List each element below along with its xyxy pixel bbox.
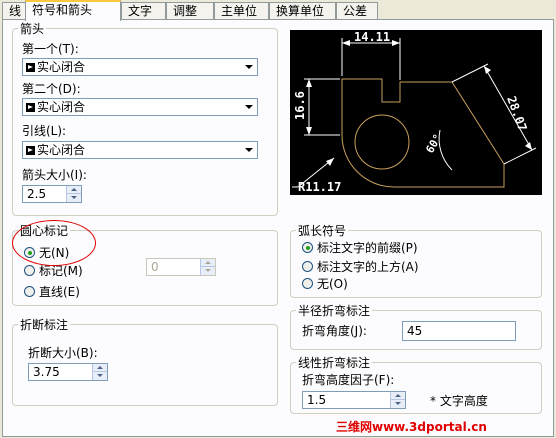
- break-size-label: 折断大小(B):: [28, 346, 98, 360]
- spin-up-button[interactable]: [92, 364, 107, 372]
- second-arrow-select[interactable]: 实心闭合: [22, 98, 258, 116]
- jog-height-factor-value: 1.5: [307, 393, 327, 407]
- radio-icon: [24, 265, 35, 276]
- tab-tolerances[interactable]: 公差: [336, 2, 378, 19]
- chevron-down-icon[interactable]: [242, 143, 256, 157]
- dimension-arrowheads: [306, 40, 532, 166]
- radio-selected-icon: [302, 242, 313, 253]
- tab-strip: 线 符号和箭头 文字 调整 主单位 换算单位 公差: [0, 0, 556, 21]
- tab-symbols-arrows[interactable]: 符号和箭头: [25, 0, 121, 21]
- tab-lines[interactable]: 线: [2, 2, 26, 19]
- dim-left-text: 16.6: [293, 91, 307, 120]
- watermark: 三维网www.3dportal.cn: [336, 420, 487, 434]
- spin-down-button[interactable]: [390, 400, 405, 408]
- break-size-value: 3.75: [33, 365, 60, 379]
- jog-angle-label: 折弯角度(J):: [302, 324, 367, 338]
- closed-filled-arrow-icon: [26, 63, 35, 72]
- first-arrow-label: 第一个(T):: [22, 42, 79, 56]
- tab-fit[interactable]: 调整: [166, 2, 214, 19]
- arrow-size-value: 2.5: [27, 187, 47, 201]
- spin-down-button[interactable]: [200, 267, 215, 275]
- radio-icon: [302, 261, 313, 272]
- dim-top-text: 14.11: [354, 30, 390, 44]
- arc-length-title: 弧长符号: [296, 224, 349, 238]
- part-outline: [341, 78, 505, 188]
- arc-prefix-label: 标注文字的前缀(P): [317, 241, 418, 255]
- arc-above-label: 标注文字的上方(A): [317, 260, 419, 274]
- jog-angle-value: 45: [407, 324, 423, 338]
- radio-icon: [24, 286, 35, 297]
- arrowheads-title: 箭头: [18, 22, 47, 36]
- dim-radius-text: R11.17: [298, 180, 341, 194]
- arrow-size-spinner[interactable]: 2.5: [22, 185, 82, 203]
- chevron-down-icon[interactable]: [242, 60, 256, 74]
- closed-filled-arrow-icon: [26, 103, 35, 112]
- annotation-red-circle: [12, 220, 96, 266]
- dimension-lines: [292, 38, 537, 188]
- tab-primary-units[interactable]: 主单位: [214, 2, 269, 19]
- dim-right-text: 28.07: [504, 94, 530, 133]
- first-arrow-select[interactable]: 实心闭合: [22, 58, 258, 76]
- first-arrow-value: 实心闭合: [37, 60, 86, 74]
- arrow-size-label: 箭头大小(I):: [22, 168, 87, 182]
- tab-alternate-units[interactable]: 换算单位: [269, 2, 336, 19]
- closed-filled-arrow-icon: [26, 146, 35, 155]
- center-mark-size-value: 0: [151, 260, 159, 274]
- leader-arrow-value: 实心闭合: [37, 143, 86, 157]
- dimension-break-title: 折断标注: [18, 318, 71, 332]
- spin-down-button[interactable]: [66, 194, 81, 202]
- text-height-unit-label: * 文字高度: [430, 394, 488, 408]
- second-arrow-label: 第二个(D):: [22, 82, 81, 96]
- part-hole: [354, 114, 410, 170]
- jog-angle-input[interactable]: 45: [402, 321, 516, 341]
- break-size-spinner[interactable]: 3.75: [28, 363, 108, 381]
- radius-jog-title: 半径折弯标注: [296, 304, 373, 318]
- preview-canvas: 14.11 16.6 28.07 60° R11.17: [290, 30, 542, 195]
- radio-icon: [302, 278, 313, 289]
- center-mark-line-label: 直线(E): [39, 285, 80, 299]
- center-mark-mark-label: 标记(M): [39, 264, 83, 278]
- leader-arrow-select[interactable]: 实心闭合: [22, 141, 258, 159]
- linear-jog-title: 线性折弯标注: [296, 356, 373, 370]
- jog-height-factor-spinner[interactable]: 1.5: [302, 391, 406, 409]
- chevron-down-icon[interactable]: [242, 100, 256, 114]
- spin-up-button[interactable]: [390, 392, 405, 400]
- spin-up-button[interactable]: [66, 186, 81, 194]
- jog-height-factor-label: 折弯高度因子(F):: [302, 373, 395, 387]
- leader-arrow-label: 引线(L):: [22, 124, 67, 138]
- arc-none-label: 无(O): [317, 277, 348, 291]
- center-mark-size-spinner[interactable]: 0: [146, 258, 216, 276]
- preview-drawing: 14.11 16.6 28.07 60° R11.17: [292, 30, 537, 194]
- second-arrow-value: 实心闭合: [37, 100, 86, 114]
- spin-up-button[interactable]: [200, 259, 215, 267]
- spin-down-button[interactable]: [92, 372, 107, 380]
- tab-text[interactable]: 文字: [121, 2, 166, 19]
